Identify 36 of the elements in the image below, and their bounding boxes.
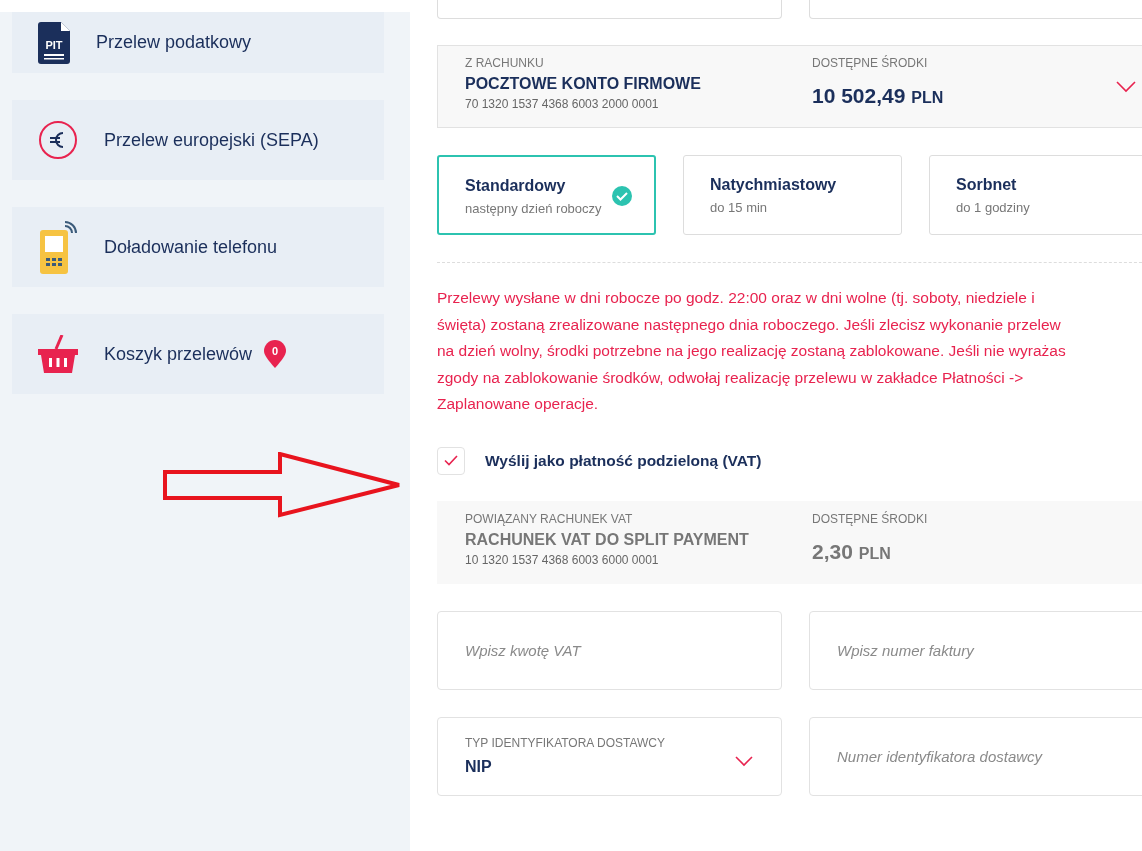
notice-text: Przelewy wysłane w dni robocze po godz. 22:00 oraz w dni wolne (tj. soboty, niedziele i święta) zostaną zrealizowane następnego dnia roboczego. Jeśli zlecisz wykonanie przelew na dzień wolny, środki potrzebne na jego realizację zostaną zablokowane. Jeśli nie wyrażas zgody na zablokowanie środków, odwołaj realizację przelewu w zakładce Płatności -> Zaplanowane operacje. bbox=[437, 288, 1067, 414]
balance-amount: 10 502,49 PLN bbox=[812, 84, 945, 108]
phone-icon bbox=[38, 220, 78, 274]
dropdown[interactable]: TYP IDENTYFIKATORA DOSTAWCY NIP bbox=[437, 716, 782, 796]
check-icon bbox=[612, 186, 632, 206]
input-field[interactable]: Numer identyfikatora dostawcy bbox=[809, 716, 1142, 796]
sidebar-item[interactable]: Przelew europejski (SEPA) bbox=[12, 100, 384, 180]
account-label: POWIĄZANY RACHUNEK VAT bbox=[465, 511, 634, 526]
balance-amount: 2,30 PLN bbox=[812, 539, 892, 564]
sidebar-item[interactable]: PIT Przelew podatkowy bbox=[12, 12, 384, 73]
input-field[interactable] bbox=[437, 0, 782, 19]
chevron-down-icon bbox=[1116, 81, 1136, 93]
checkbox[interactable] bbox=[437, 446, 465, 475]
basket-icon bbox=[38, 335, 78, 373]
account-label: Z RACHUNKU bbox=[465, 56, 545, 70]
account-name: POCZTOWE KONTO FIRMOWE bbox=[465, 75, 702, 93]
transfer-type-option[interactable]: Sorbnet do 1 godziny bbox=[929, 155, 1142, 235]
checkmark-icon bbox=[444, 455, 458, 466]
input-field[interactable]: Wpisz numer faktury bbox=[809, 610, 1142, 690]
account-card[interactable]: Z RACHUNKU POCZTOWE KONTO FIRMOWE 70 1320 1537 4368 6003 2000 0001 DOSTĘPNE ŚRODKI 10 502,49 PLN bbox=[437, 45, 1142, 128]
sidebar-item[interactable]: Doładowanie telefonu bbox=[12, 207, 384, 287]
account-number: 70 1320 1537 4368 6003 2000 0001 bbox=[465, 97, 660, 111]
account-number: 10 1320 1537 4368 6003 6000 0001 bbox=[465, 552, 660, 567]
checkbox-label: Wyślij jako płatność podzieloną (VAT) bbox=[485, 451, 762, 470]
sidebar-item[interactable]: Koszyk przelewów 0 bbox=[12, 314, 384, 394]
balance-label: DOSTĘPNE ŚRODKI bbox=[812, 511, 929, 526]
balance-label: DOSTĘPNE ŚRODKI bbox=[812, 56, 929, 70]
badge-icon: 0 bbox=[264, 340, 287, 368]
input-field[interactable]: Wpisz kwotę VAT bbox=[437, 610, 782, 690]
transfer-type-option[interactable]: Standardowy następny dzień roboczy bbox=[437, 155, 656, 235]
transfer-type-option[interactable]: Natychmiastowy do 15 min bbox=[683, 155, 902, 235]
account-name: RACHUNEK VAT DO SPLIT PAYMENT bbox=[465, 530, 750, 549]
document-icon: PIT bbox=[38, 21, 70, 64]
input-field[interactable] bbox=[809, 0, 1142, 19]
chevron-down-icon bbox=[735, 755, 753, 767]
euro-icon bbox=[38, 120, 78, 160]
